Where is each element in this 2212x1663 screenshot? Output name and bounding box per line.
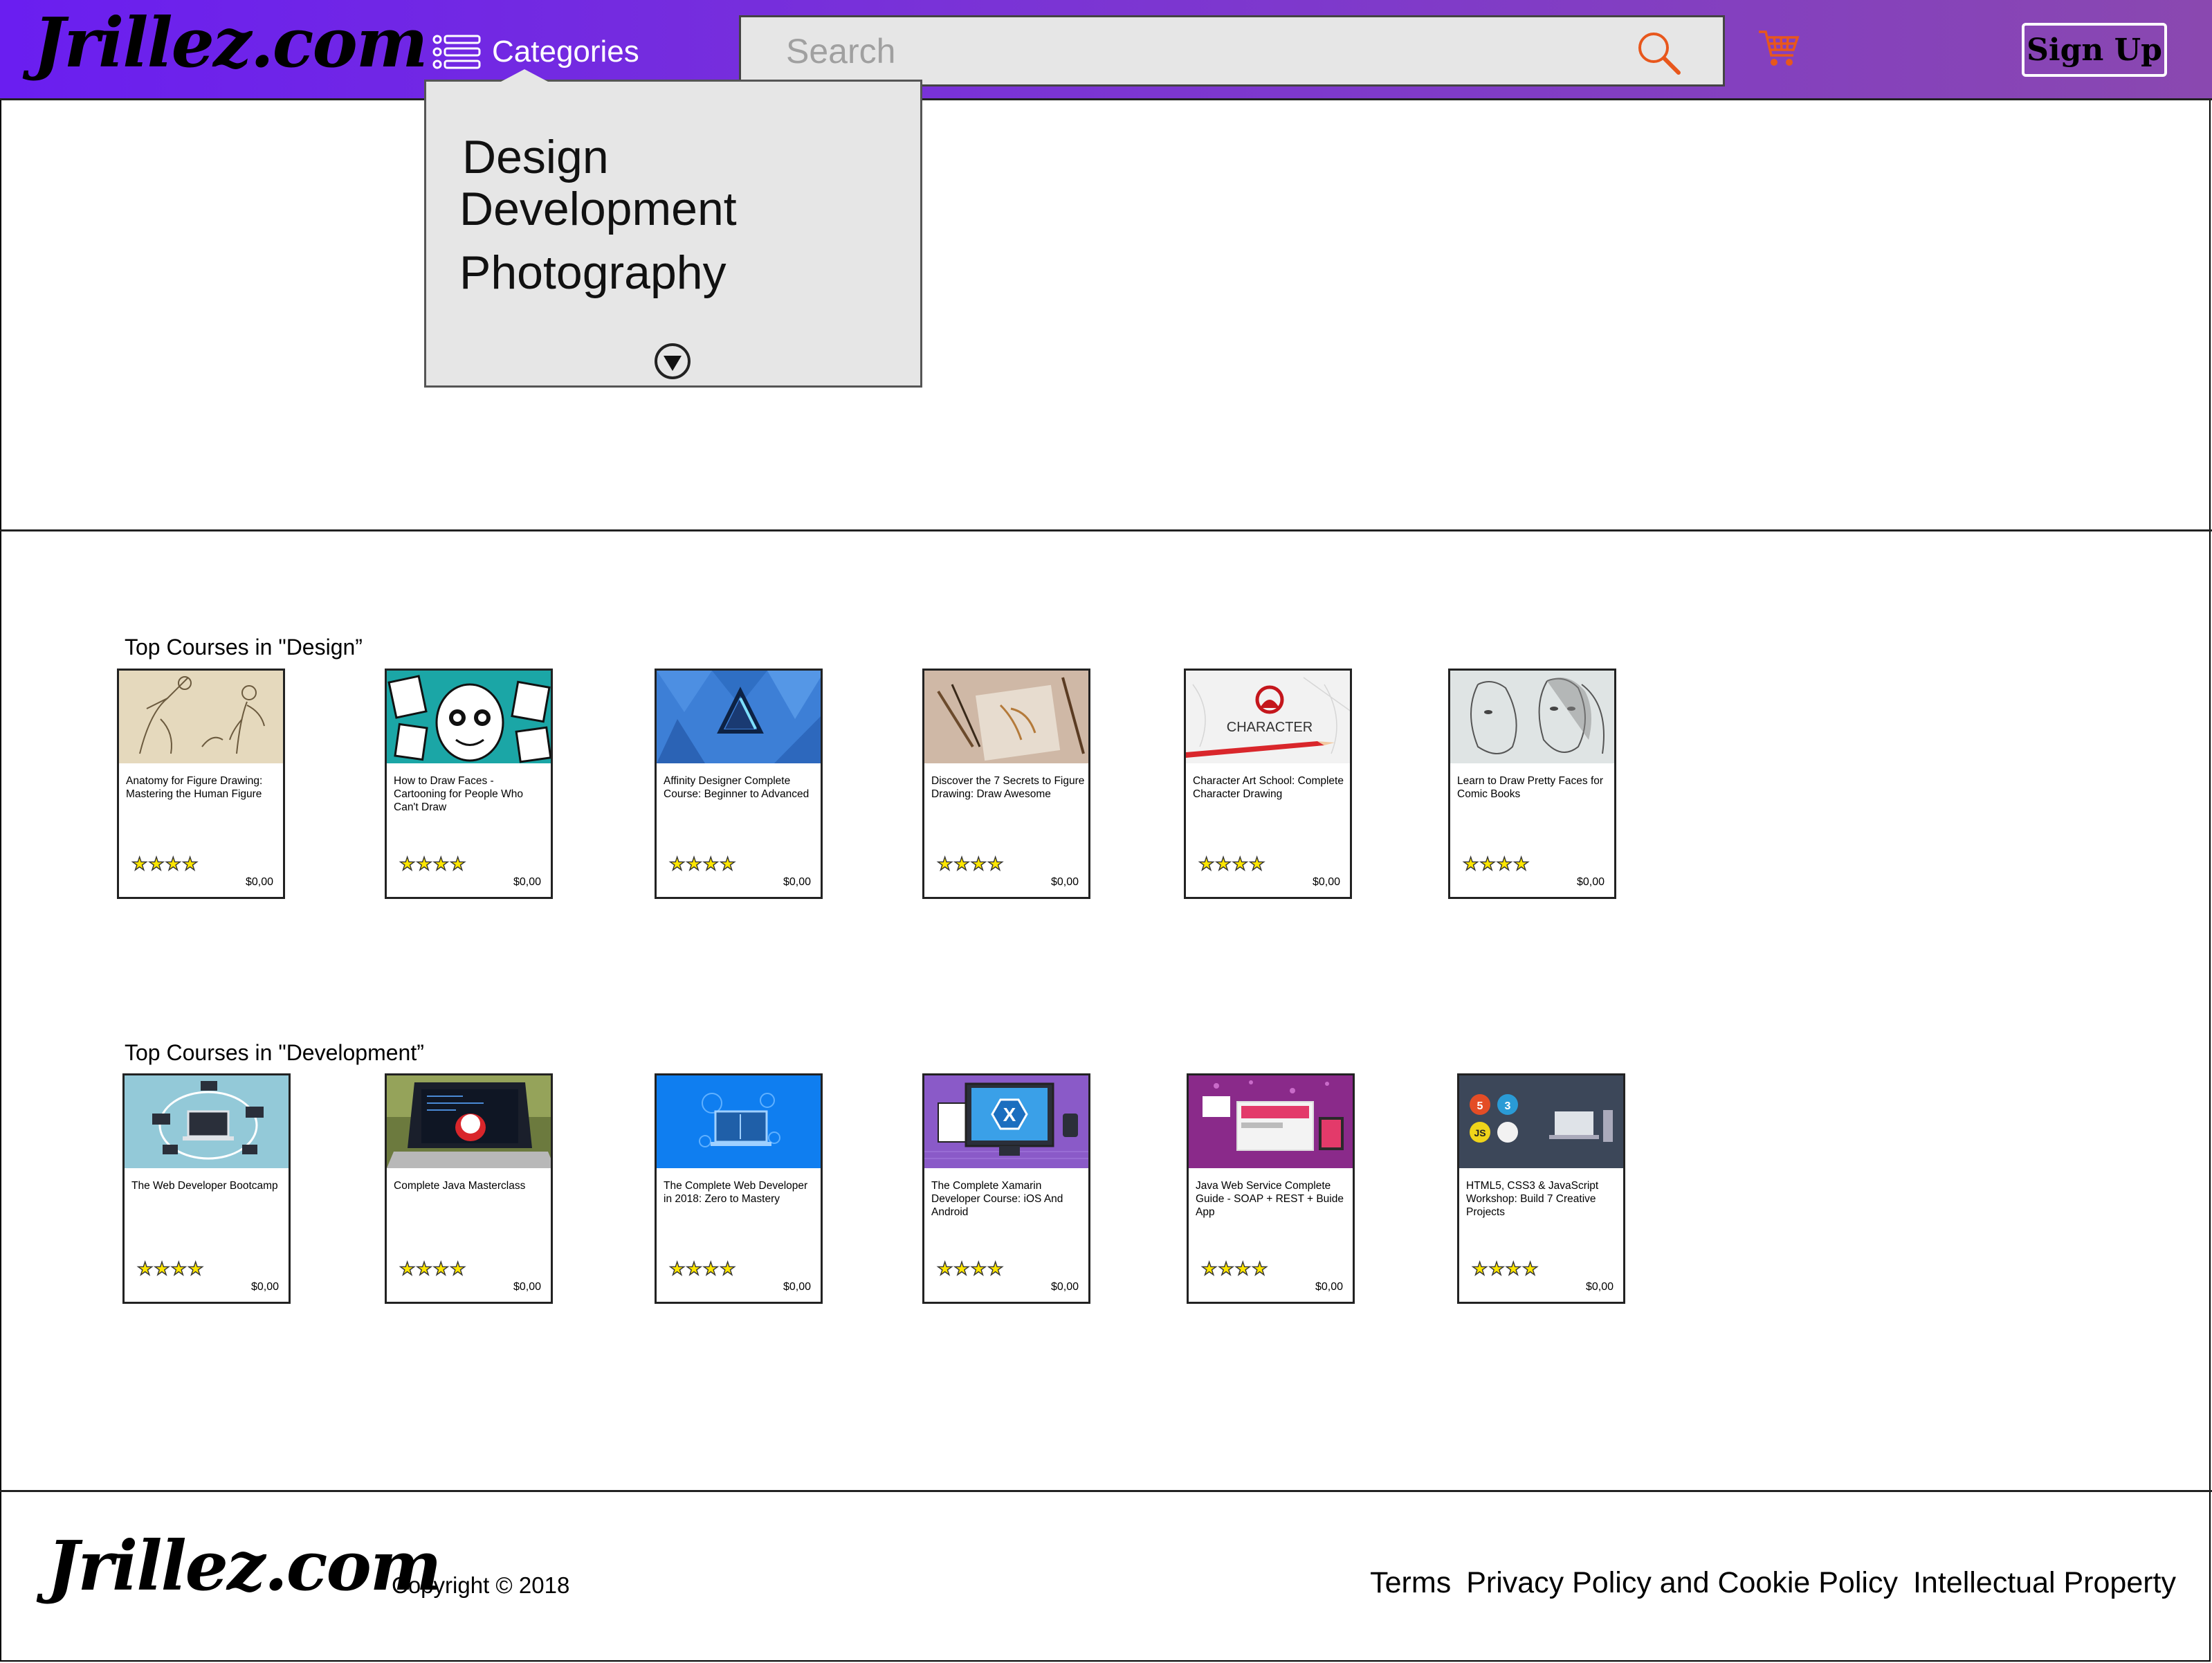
privacy-policy-link[interactable]: Privacy Policy and Cookie Policy: [1466, 1566, 1898, 1600]
copyright: Copyright © 2018: [392, 1572, 570, 1598]
course-card[interactable]: The Complete Web Developer in 2018: Zero…: [655, 1073, 823, 1304]
svg-text:X: X: [1003, 1104, 1016, 1125]
search-input[interactable]: [741, 17, 1723, 84]
course-card[interactable]: Discover the 7 Secrets to Figure Drawing…: [922, 669, 1090, 899]
course-card[interactable]: How to Draw Faces - Cartooning for Peopl…: [385, 669, 553, 899]
course-title: Character Art School: Complete Character…: [1193, 775, 1344, 800]
page-frame: [0, 0, 2211, 1662]
top-navbar: Jrillez.com Categories Sign Up: [0, 0, 2212, 100]
course-title: Discover the 7 Secrets to Figure Drawing…: [931, 775, 1085, 800]
dropdown-item-design[interactable]: Design: [462, 134, 609, 181]
course-price: $0,00: [1315, 1281, 1343, 1293]
course-card[interactable]: Learn to Draw Pretty Faces for Comic Boo…: [1448, 669, 1616, 899]
search-bar: [739, 15, 1725, 87]
rating-stars: ★ ★ ★ ★: [399, 1258, 466, 1279]
course-thumbnail: [657, 671, 821, 763]
course-title: Java Web Service Complete Guide - SOAP +…: [1196, 1180, 1344, 1218]
rating-stars: ★ ★ ★ ★: [668, 853, 736, 874]
footer-logo[interactable]: Jrillez.com: [47, 1533, 442, 1601]
rating-stars: ★ ★ ★ ★: [1471, 1258, 1539, 1279]
course-price: $0,00: [1050, 1281, 1079, 1293]
footer-links: Terms Privacy Policy and Cookie Policy I…: [1370, 1566, 2176, 1600]
course-card[interactable]: Complete Java Masterclass ★ ★ ★ ★ $0,00: [385, 1073, 553, 1304]
list-icon: [432, 35, 481, 69]
course-thumbnail: [125, 1075, 289, 1168]
rating-stars: ★ ★ ★ ★: [936, 853, 1004, 874]
course-title: The Complete Web Developer in 2018: Zero…: [664, 1180, 808, 1205]
course-price: $0,00: [783, 876, 811, 888]
course-title: The Complete Xamarin Developer Course: i…: [931, 1180, 1063, 1218]
rating-stars: ★ ★ ★ ★: [668, 1258, 736, 1279]
course-card[interactable]: Anatomy for Figure Drawing: Mastering th…: [117, 669, 285, 899]
dropdown-notch: [501, 69, 548, 82]
course-price: $0,00: [250, 1281, 279, 1293]
course-title: Affinity Designer Complete Course: Begin…: [664, 775, 810, 800]
course-price: $0,00: [1576, 876, 1605, 888]
sign-up-button[interactable]: Sign Up: [2022, 23, 2167, 77]
rating-stars: ★ ★ ★ ★: [936, 1258, 1004, 1279]
course-title: Complete Java Masterclass: [394, 1180, 526, 1192]
rating-stars: ★ ★ ★ ★: [399, 853, 466, 874]
rating-stars: ★ ★ ★ ★: [1198, 853, 1265, 874]
course-title: Learn to Draw Pretty Faces for Comic Boo…: [1457, 775, 1604, 800]
rating-stars: ★ ★ ★ ★: [131, 853, 199, 874]
section-title-design: Top Courses in "Design”: [125, 635, 363, 660]
chevron-down-icon: [664, 356, 682, 371]
svg-text:5: 5: [1477, 1100, 1483, 1112]
intellectual-property-link[interactable]: Intellectual Property: [1913, 1566, 2176, 1600]
site-logo[interactable]: Jrillez.com: [33, 10, 428, 78]
course-title: Anatomy for Figure Drawing: Mastering th…: [126, 775, 263, 800]
course-price: $0,00: [513, 1281, 541, 1293]
cart-icon[interactable]: [1757, 28, 1800, 71]
course-price: $0,00: [513, 876, 541, 888]
dropdown-item-photography[interactable]: Photography: [459, 249, 726, 296]
course-thumbnail: [1450, 671, 1614, 763]
svg-text:JS: JS: [1474, 1127, 1486, 1138]
course-thumbnail: 5 3 JS: [1459, 1075, 1623, 1168]
section-title-development: Top Courses in "Development”: [125, 1040, 424, 1065]
course-price: $0,00: [1312, 876, 1340, 888]
categories-label: Categories: [492, 35, 639, 69]
svg-text:3: 3: [1505, 1100, 1511, 1112]
categories-dropdown: Design Development Photography: [424, 69, 922, 388]
course-card[interactable]: X The Complete Xamarin Developer Course:…: [922, 1073, 1090, 1304]
rating-stars: ★ ★ ★ ★: [1462, 853, 1530, 874]
course-card[interactable]: Java Web Service Complete Guide - SOAP +…: [1187, 1073, 1355, 1304]
terms-link[interactable]: Terms: [1370, 1566, 1451, 1600]
course-thumbnail: [657, 1075, 821, 1168]
course-thumbnail: [924, 671, 1088, 763]
course-title: The Web Developer Bootcamp: [131, 1180, 278, 1192]
course-thumbnail: [387, 671, 551, 763]
course-title: How to Draw Faces - Cartooning for Peopl…: [394, 775, 523, 813]
course-price: $0,00: [1585, 1281, 1614, 1293]
course-price: $0,00: [783, 1281, 811, 1293]
course-thumbnail: [387, 1075, 551, 1168]
course-price: $0,00: [245, 876, 273, 888]
course-title: HTML5, CSS3 & JavaScript Workshop: Build…: [1466, 1180, 1599, 1218]
course-price: $0,00: [1050, 876, 1079, 888]
rating-stars: ★ ★ ★ ★: [1200, 1258, 1268, 1279]
course-thumbnail: CHARACTER: [1186, 671, 1350, 763]
course-card[interactable]: Affinity Designer Complete Course: Begin…: [655, 669, 823, 899]
svg-text:CHARACTER: CHARACTER: [1227, 720, 1313, 735]
dropdown-item-development[interactable]: Development: [459, 185, 737, 233]
course-card[interactable]: The Web Developer Bootcamp ★ ★ ★ ★ $0,00: [122, 1073, 291, 1304]
footer-divider: [0, 1490, 2212, 1492]
course-thumbnail: X: [924, 1075, 1088, 1168]
course-thumbnail: [1189, 1075, 1353, 1168]
section-divider: [0, 529, 2212, 531]
search-icon[interactable]: [1636, 30, 1681, 75]
course-thumbnail: [119, 671, 283, 763]
course-card[interactable]: 5 3 JS HTML5, CSS3 & JavaScript Workshop…: [1457, 1073, 1625, 1304]
course-card[interactable]: CHARACTER Character Art School: Complete…: [1184, 669, 1352, 899]
dropdown-more-button[interactable]: [655, 343, 691, 379]
rating-stars: ★ ★ ★ ★: [136, 1258, 204, 1279]
